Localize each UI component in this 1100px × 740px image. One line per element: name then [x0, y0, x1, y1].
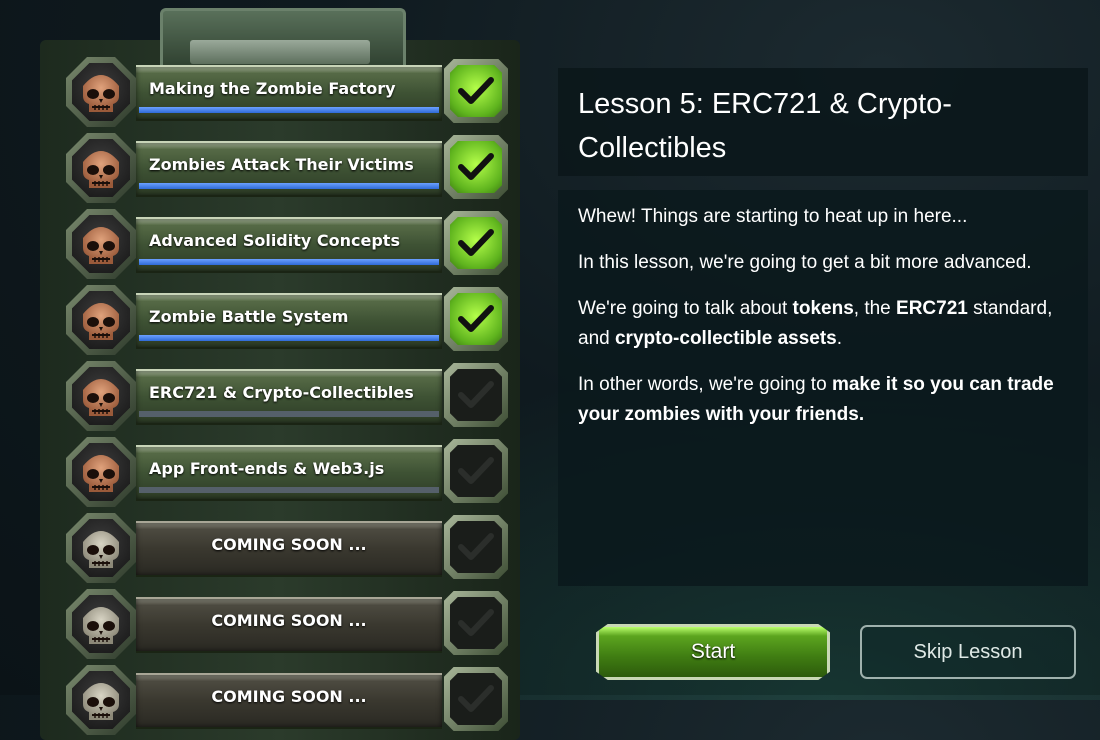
start-button-label: Start — [690, 640, 736, 663]
lesson-title-label: COMING SOON ... — [211, 687, 367, 706]
lesson-bar: COMING SOON ... — [136, 597, 442, 653]
description-paragraph: We're going to talk about tokens, the ER… — [578, 294, 1068, 354]
checkmark-icon — [450, 445, 502, 497]
checkmark-icon — [450, 217, 502, 269]
lesson-progress-bar — [139, 487, 439, 493]
zombie-skull-icon — [66, 437, 136, 507]
description-text: We're going to talk about — [578, 298, 793, 319]
lesson-progress-fill — [139, 335, 439, 341]
lesson-status-checkbox — [444, 59, 508, 123]
lesson-title-label: Zombies Attack Their Victims — [149, 155, 414, 174]
lesson-status-checkbox — [444, 363, 508, 427]
description-text: . — [836, 328, 843, 349]
description-paragraph: Whew! Things are starting to heat up in … — [578, 202, 1068, 232]
lesson-bar: COMING SOON ... — [136, 521, 442, 577]
lesson-row[interactable]: App Front-ends & Web3.js — [48, 435, 518, 511]
lesson-title: Lesson 5: ERC721 & Crypto-Collectibles — [578, 88, 952, 164]
description-text: Whew! Things are starting to heat up in … — [578, 206, 968, 227]
lesson-row-locked: COMING SOON ... — [48, 587, 518, 663]
zombie-skull-icon — [66, 285, 136, 355]
lesson-status-checkbox — [444, 439, 508, 503]
lesson-progress-bar — [139, 411, 439, 417]
lesson-list: Making the Zombie Factory Zombies Attack … — [48, 55, 518, 739]
lesson-title-panel: Lesson 5: ERC721 & Crypto-Collectibles — [558, 68, 1088, 176]
checkmark-icon — [450, 141, 502, 193]
lesson-status-checkbox — [444, 287, 508, 351]
lesson-row[interactable]: Making the Zombie Factory — [48, 55, 518, 131]
zombie-skull-icon — [66, 209, 136, 279]
lesson-status-checkbox — [444, 591, 508, 655]
description-text: , the — [853, 298, 897, 319]
lesson-progress-bar — [139, 107, 439, 113]
emphasized-text: tokens — [792, 298, 854, 319]
lesson-progress-bar — [139, 259, 439, 265]
checkmark-icon — [450, 521, 502, 573]
lesson-description-panel: Whew! Things are starting to heat up in … — [558, 190, 1088, 586]
lesson-row[interactable]: ERC721 & Crypto-Collectibles — [48, 359, 518, 435]
zombie-skull-icon — [66, 361, 136, 431]
description-text: In this lesson, we're going to get a bit… — [578, 252, 1032, 273]
locked-skull-icon — [66, 513, 136, 583]
lesson-row[interactable]: Advanced Solidity Concepts — [48, 207, 518, 283]
emphasized-text: crypto-collectible assets — [614, 328, 837, 349]
skip-lesson-button[interactable]: Skip Lesson — [860, 625, 1076, 679]
lesson-bar: Making the Zombie Factory — [136, 65, 442, 121]
start-button[interactable]: Start — [596, 624, 830, 680]
lesson-bar: Advanced Solidity Concepts — [136, 217, 442, 273]
locked-skull-icon — [66, 665, 136, 735]
description-paragraph: In other words, we're going to make it s… — [578, 370, 1068, 430]
lesson-bar: Zombie Battle System — [136, 293, 442, 349]
locked-skull-icon — [66, 589, 136, 659]
lesson-bar: ERC721 & Crypto-Collectibles — [136, 369, 442, 425]
lesson-bar: COMING SOON ... — [136, 673, 442, 729]
checkmark-icon — [450, 673, 502, 725]
lesson-progress-fill — [139, 183, 439, 189]
lesson-title-label: App Front-ends & Web3.js — [149, 459, 385, 478]
zombie-skull-icon — [66, 57, 136, 127]
lesson-title-label: ERC721 & Crypto-Collectibles — [149, 383, 414, 402]
lesson-progress-bar — [139, 183, 439, 189]
lesson-status-checkbox — [444, 135, 508, 199]
lesson-title-label: Making the Zombie Factory — [149, 79, 396, 98]
lesson-status-checkbox — [444, 211, 508, 275]
lesson-status-checkbox — [444, 515, 508, 579]
checkmark-icon — [450, 293, 502, 345]
checkmark-icon — [450, 597, 502, 649]
checkmark-icon — [450, 65, 502, 117]
lesson-bar: App Front-ends & Web3.js — [136, 445, 442, 501]
lesson-status-checkbox — [444, 667, 508, 731]
description-text: In other words, we're going to — [578, 374, 832, 395]
emphasized-text: ERC721 — [896, 298, 968, 319]
lesson-row[interactable]: Zombie Battle System — [48, 283, 518, 359]
checkmark-icon — [450, 369, 502, 421]
lesson-title-label: COMING SOON ... — [211, 611, 367, 630]
lesson-row[interactable]: Zombies Attack Their Victims — [48, 131, 518, 207]
zombie-skull-icon — [66, 133, 136, 203]
lesson-row-locked: COMING SOON ... — [48, 511, 518, 587]
lesson-progress-bar — [139, 335, 439, 341]
lesson-bar: Zombies Attack Their Victims — [136, 141, 442, 197]
lesson-progress-fill — [139, 107, 439, 113]
lesson-title-label: Zombie Battle System — [149, 307, 349, 326]
lesson-row-locked: COMING SOON ... — [48, 663, 518, 739]
lesson-title-label: COMING SOON ... — [211, 535, 367, 554]
lesson-progress-fill — [139, 259, 439, 265]
description-paragraph: In this lesson, we're going to get a bit… — [578, 248, 1068, 278]
lesson-title-label: Advanced Solidity Concepts — [149, 231, 400, 250]
skip-lesson-button-label: Skip Lesson — [913, 640, 1023, 663]
